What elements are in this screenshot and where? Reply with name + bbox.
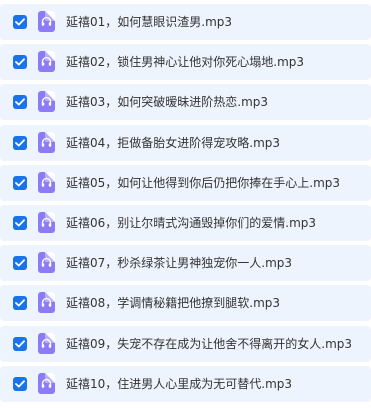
checkmark-icon bbox=[15, 339, 25, 347]
audio-file-icon bbox=[38, 332, 55, 354]
file-name: 延禧08，学调情秘籍把他撩到腿软.mp3 bbox=[66, 296, 281, 311]
checkmark-icon bbox=[15, 18, 25, 26]
checkmark-icon bbox=[15, 98, 25, 106]
list-item[interactable]: 延禧06，别让尔晴式沟通毁掉你们的爱情.mp3 bbox=[0, 204, 371, 241]
file-name: 延禧04，拒做备胎女进阶得宠攻略.mp3 bbox=[66, 135, 281, 150]
list-item[interactable]: 延禧04，拒做备胎女进阶得宠攻略.mp3 bbox=[0, 124, 371, 161]
checkbox-checked[interactable] bbox=[13, 55, 27, 70]
audio-file-icon bbox=[38, 171, 55, 193]
audio-file-icon bbox=[38, 131, 55, 153]
file-name: 延禧09，失宠不存在成为让他舍不得离开的女人.mp3 bbox=[66, 336, 353, 351]
list-item[interactable]: 延禧10，住进男人心里成为无可替代.mp3 bbox=[0, 365, 371, 402]
checkbox-checked[interactable] bbox=[13, 376, 27, 391]
audio-file-icon bbox=[38, 11, 55, 32]
checkbox-checked[interactable] bbox=[13, 95, 27, 110]
checkbox-checked[interactable] bbox=[13, 336, 27, 351]
list-item[interactable]: 延禧09，失宠不存在成为让他舍不得离开的女人.mp3 bbox=[0, 325, 371, 362]
audio-file-icon bbox=[38, 292, 55, 314]
file-name: 延禧05，如何让他得到你后仍把你捧在手心上.mp3 bbox=[66, 175, 341, 190]
file-list: 延禧01，如何慧眼识渣男.mp3 延禧02，锁住男神心让他对你死心塌地.mp3 … bbox=[0, 0, 371, 408]
list-item[interactable]: 延禧08，学调情秘籍把他撩到腿软.mp3 bbox=[0, 285, 371, 322]
checkbox-checked[interactable] bbox=[13, 175, 27, 190]
audio-file-icon bbox=[38, 51, 55, 73]
list-item[interactable]: 延禧02，锁住男神心让他对你死心塌地.mp3 bbox=[0, 44, 371, 81]
list-item[interactable]: 延禧07，秒杀绿茶让男神独宠你一人.mp3 bbox=[0, 245, 371, 282]
audio-file-icon bbox=[38, 252, 55, 274]
file-name: 延禧10，住进男人心里成为无可替代.mp3 bbox=[66, 376, 293, 391]
list-item[interactable]: 延禧01，如何慧眼识渣男.mp3 bbox=[0, 4, 371, 40]
file-name: 延禧07，秒杀绿茶让男神独宠你一人.mp3 bbox=[66, 256, 293, 271]
audio-file-icon bbox=[38, 372, 55, 394]
checkmark-icon bbox=[15, 379, 25, 388]
file-name: 延禧02，锁住男神心让他对你死心塌地.mp3 bbox=[66, 55, 305, 70]
file-name: 延禧01，如何慧眼识渣男.mp3 bbox=[66, 15, 233, 29]
checkbox-checked[interactable] bbox=[13, 135, 27, 150]
checkmark-icon bbox=[15, 138, 25, 147]
checkbox-checked[interactable] bbox=[13, 256, 27, 271]
checkbox-checked[interactable] bbox=[13, 296, 27, 311]
checkbox-checked[interactable] bbox=[13, 15, 27, 29]
audio-file-icon bbox=[38, 91, 55, 113]
file-name: 延禧06，别让尔晴式沟通毁掉你们的爱情.mp3 bbox=[66, 215, 317, 230]
checkmark-icon bbox=[15, 299, 25, 307]
list-item[interactable]: 延禧03，如何突破暧昧进阶热恋.mp3 bbox=[0, 84, 371, 121]
checkmark-icon bbox=[15, 219, 25, 227]
checkmark-icon bbox=[15, 259, 25, 267]
file-name: 延禧03，如何突破暧昧进阶热恋.mp3 bbox=[66, 95, 269, 110]
checkmark-icon bbox=[15, 58, 25, 66]
checkbox-checked[interactable] bbox=[13, 215, 27, 230]
checkmark-icon bbox=[15, 179, 25, 187]
audio-file-icon bbox=[38, 211, 55, 233]
list-item[interactable]: 延禧05，如何让他得到你后仍把你捧在手心上.mp3 bbox=[0, 164, 371, 201]
